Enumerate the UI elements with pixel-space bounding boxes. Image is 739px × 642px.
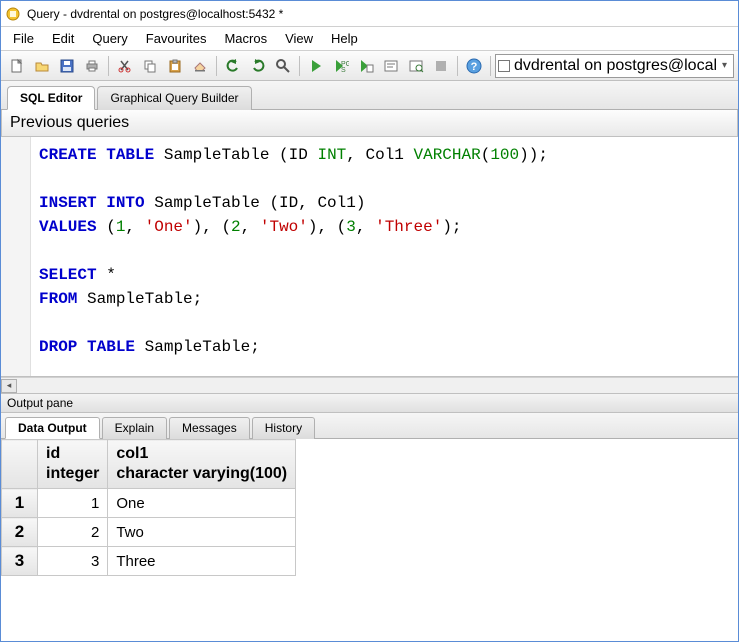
window-title: Query - dvdrental on postgres@localhost:… [27, 7, 283, 21]
sql-editor-pane: CREATE TABLE SampleTable (ID INT, Col1 V… [1, 137, 738, 377]
undo-icon[interactable] [221, 54, 245, 78]
menu-macros[interactable]: Macros [216, 29, 275, 48]
row-header[interactable]: 2 [2, 518, 38, 547]
cell-col1[interactable]: One [108, 489, 296, 518]
cell-id[interactable]: 3 [38, 547, 108, 576]
tab-graphical-query-builder[interactable]: Graphical Query Builder [97, 86, 251, 110]
editor-gutter [1, 137, 31, 376]
output-tab-history[interactable]: History [252, 417, 315, 439]
output-tab-messages[interactable]: Messages [169, 417, 250, 439]
svg-text:?: ? [471, 61, 478, 73]
cell-col1[interactable]: Two [108, 518, 296, 547]
app-icon [5, 6, 21, 22]
output-tabs: Data OutputExplainMessagesHistory [1, 413, 738, 439]
find-icon[interactable] [271, 54, 295, 78]
toolbar-separator [299, 56, 300, 76]
toolbar-separator [457, 56, 458, 76]
execute-file-icon[interactable] [354, 54, 378, 78]
row-header[interactable]: 1 [2, 489, 38, 518]
stop-icon[interactable] [429, 54, 453, 78]
menubar: FileEditQueryFavouritesMacrosViewHelp [1, 27, 738, 51]
output-tab-data-output[interactable]: Data Output [5, 417, 100, 439]
editor-tabs: SQL EditorGraphical Query Builder [1, 81, 738, 110]
menu-file[interactable]: File [5, 29, 42, 48]
toolbar-separator [216, 56, 217, 76]
paste-icon[interactable] [163, 54, 187, 78]
table-row[interactable]: 11One [2, 489, 296, 518]
menu-edit[interactable]: Edit [44, 29, 82, 48]
menu-help[interactable]: Help [323, 29, 366, 48]
save-icon[interactable] [55, 54, 79, 78]
open-icon[interactable] [30, 54, 54, 78]
row-header[interactable]: 3 [2, 547, 38, 576]
database-icon [498, 60, 510, 72]
previous-queries-label: Previous queries [10, 114, 129, 131]
menu-query[interactable]: Query [84, 29, 135, 48]
column-header-id[interactable]: idinteger [38, 440, 108, 489]
chevron-down-icon: ▾ [722, 60, 731, 71]
tab-sql-editor[interactable]: SQL Editor [7, 86, 95, 110]
explain-icon[interactable] [379, 54, 403, 78]
database-selector[interactable]: dvdrental on postgres@local ▾ [495, 54, 734, 78]
column-header-col1[interactable]: col1character varying(100) [108, 440, 296, 489]
toolbar-separator [108, 56, 109, 76]
previous-queries-dropdown[interactable]: Previous queries [1, 110, 738, 137]
output-tab-explain[interactable]: Explain [102, 417, 167, 439]
toolbar-separator [490, 56, 491, 76]
toolbar: PGS? dvdrental on postgres@local ▾ [1, 51, 738, 81]
svg-text:S: S [341, 67, 346, 74]
execute-pgscript-icon[interactable]: PGS [329, 54, 353, 78]
new-file-icon[interactable] [5, 54, 29, 78]
menu-view[interactable]: View [277, 29, 321, 48]
database-selector-value: dvdrental on postgres@local [514, 57, 717, 75]
cell-id[interactable]: 2 [38, 518, 108, 547]
cut-icon[interactable] [113, 54, 137, 78]
redo-icon[interactable] [246, 54, 270, 78]
clear-icon[interactable] [188, 54, 212, 78]
menu-favourites[interactable]: Favourites [138, 29, 215, 48]
explain-analyze-icon[interactable] [404, 54, 428, 78]
cell-id[interactable]: 1 [38, 489, 108, 518]
titlebar: Query - dvdrental on postgres@localhost:… [1, 1, 738, 27]
copy-icon[interactable] [138, 54, 162, 78]
cell-col1[interactable]: Three [108, 547, 296, 576]
output-pane-header: Output pane [1, 393, 738, 413]
help-icon[interactable]: ? [462, 54, 486, 78]
sql-editor[interactable]: CREATE TABLE SampleTable (ID INT, Col1 V… [31, 137, 738, 376]
execute-icon[interactable] [304, 54, 328, 78]
table-row[interactable]: 33Three [2, 547, 296, 576]
scroll-left-icon[interactable]: ◂ [1, 379, 17, 393]
table-row[interactable]: 22Two [2, 518, 296, 547]
print-icon[interactable] [80, 54, 104, 78]
editor-scrollbar[interactable]: ◂ [1, 377, 738, 393]
data-output-grid: idintegercol1character varying(100) 11On… [1, 439, 738, 597]
grid-corner [2, 440, 38, 489]
